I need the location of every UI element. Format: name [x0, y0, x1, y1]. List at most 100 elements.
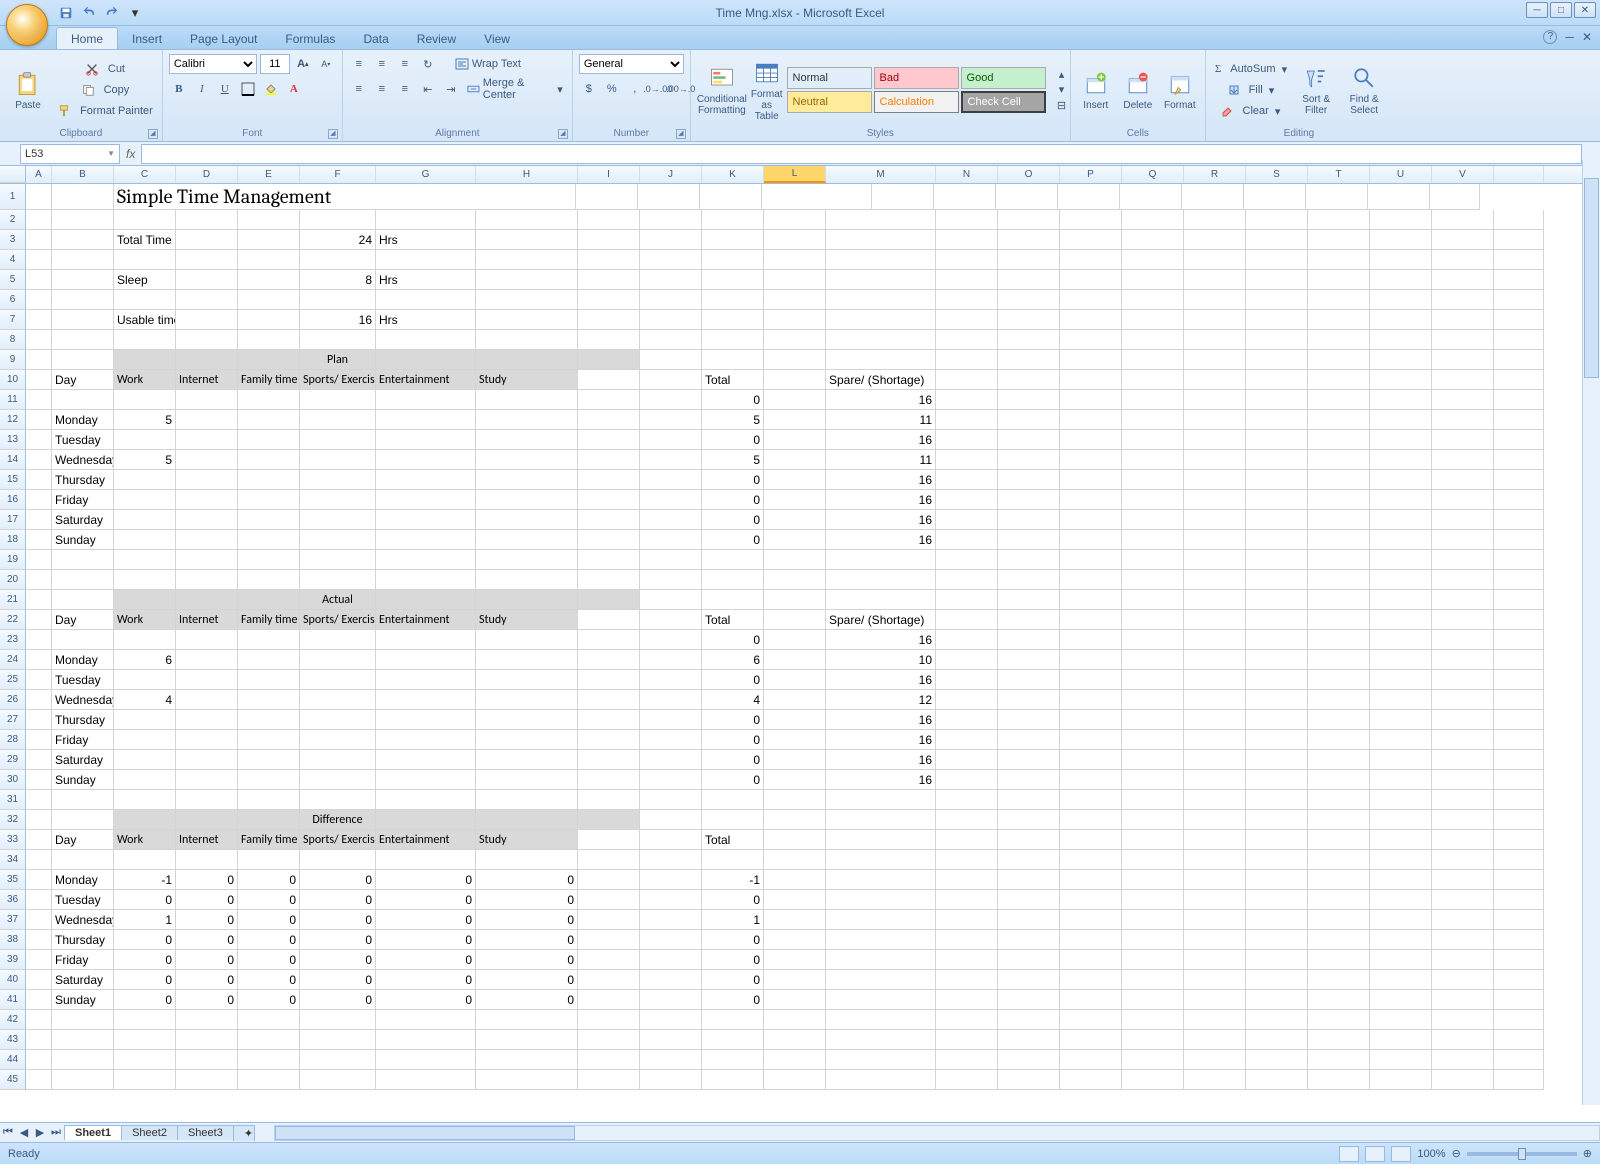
cell[interactable]	[114, 790, 176, 810]
cell[interactable]	[1432, 570, 1494, 590]
cell[interactable]	[114, 710, 176, 730]
cell[interactable]	[1060, 690, 1122, 710]
cell[interactable]	[764, 850, 826, 870]
cell[interactable]	[764, 310, 826, 330]
cell[interactable]: Monday	[52, 650, 114, 670]
row-header[interactable]: 15	[0, 470, 26, 490]
cell[interactable]	[176, 730, 238, 750]
styles-more-icon[interactable]: ⊟	[1052, 98, 1072, 113]
cell[interactable]	[238, 730, 300, 750]
cell[interactable]: 0	[476, 950, 578, 970]
cell[interactable]	[826, 910, 936, 930]
cell[interactable]	[476, 450, 578, 470]
cell[interactable]	[238, 570, 300, 590]
cell[interactable]	[238, 490, 300, 510]
tab-insert[interactable]: Insert	[118, 28, 176, 49]
cell[interactable]	[1246, 310, 1308, 330]
cell[interactable]	[238, 1070, 300, 1090]
cell[interactable]	[640, 1050, 702, 1070]
cell[interactable]	[1184, 290, 1246, 310]
cell[interactable]	[936, 1010, 998, 1030]
row-header[interactable]: 29	[0, 750, 26, 770]
row-header[interactable]: 22	[0, 610, 26, 630]
row-header[interactable]: 1	[0, 184, 26, 210]
cell[interactable]	[936, 310, 998, 330]
select-all-corner[interactable]	[0, 166, 26, 183]
cell[interactable]	[1184, 210, 1246, 230]
cell[interactable]	[114, 390, 176, 410]
cell[interactable]	[26, 290, 52, 310]
cell[interactable]: 0	[376, 870, 476, 890]
row-header[interactable]: 44	[0, 1050, 26, 1070]
cell[interactable]	[1370, 790, 1432, 810]
grow-font-button[interactable]: A▴	[293, 54, 313, 74]
decrease-decimal-button[interactable]: .00→.0	[671, 79, 691, 99]
tab-review[interactable]: Review	[403, 28, 470, 49]
cell[interactable]	[1060, 790, 1122, 810]
cell[interactable]: Wednesday	[52, 690, 114, 710]
cell[interactable]	[1308, 650, 1370, 670]
cell[interactable]	[1432, 670, 1494, 690]
tab-formulas[interactable]: Formulas	[271, 28, 349, 49]
cell[interactable]: Study	[476, 370, 578, 390]
cell[interactable]	[764, 450, 826, 470]
cell[interactable]	[1060, 470, 1122, 490]
cell[interactable]	[640, 870, 702, 890]
cell[interactable]	[476, 430, 578, 450]
row-header[interactable]: 33	[0, 830, 26, 850]
cell[interactable]	[762, 184, 872, 210]
cell[interactable]	[1432, 910, 1494, 930]
cell[interactable]	[1122, 970, 1184, 990]
cell[interactable]: 4	[114, 690, 176, 710]
cell[interactable]	[1184, 330, 1246, 350]
cell[interactable]	[936, 290, 998, 310]
cell[interactable]	[238, 670, 300, 690]
cell[interactable]	[996, 184, 1058, 210]
cell[interactable]	[702, 810, 764, 830]
cell[interactable]	[640, 710, 702, 730]
cell[interactable]: 0	[300, 870, 376, 890]
cell[interactable]	[238, 230, 300, 250]
cell[interactable]	[376, 630, 476, 650]
cell[interactable]	[52, 250, 114, 270]
cell[interactable]	[998, 770, 1060, 790]
cell[interactable]: Spare/ (Shortage)	[826, 610, 936, 630]
cell[interactable]: Tuesday	[52, 430, 114, 450]
cell[interactable]	[998, 930, 1060, 950]
cell[interactable]: Family time	[238, 830, 300, 850]
cell[interactable]	[376, 590, 476, 610]
cell[interactable]	[1184, 530, 1246, 550]
cell[interactable]	[300, 1050, 376, 1070]
cell[interactable]	[998, 550, 1060, 570]
cell[interactable]	[702, 330, 764, 350]
cell[interactable]	[640, 990, 702, 1010]
cell[interactable]: 0	[702, 750, 764, 770]
cell[interactable]	[1184, 430, 1246, 450]
cell[interactable]	[578, 270, 640, 290]
cell[interactable]	[1308, 570, 1370, 590]
cell[interactable]	[1246, 470, 1308, 490]
autosum-button[interactable]: Σ AutoSum ▾	[1212, 59, 1290, 79]
col-header[interactable]: P	[1060, 166, 1122, 183]
minimize-button[interactable]: ─	[1526, 2, 1548, 18]
cell[interactable]: Monday	[52, 410, 114, 430]
cell[interactable]	[1370, 330, 1432, 350]
cell[interactable]	[1060, 890, 1122, 910]
col-header[interactable]: E	[238, 166, 300, 183]
paste-button[interactable]: Paste	[6, 57, 50, 123]
cell[interactable]	[1184, 1050, 1246, 1070]
cell[interactable]	[640, 250, 702, 270]
font-color-button[interactable]: A	[284, 79, 304, 99]
cell[interactable]	[578, 970, 640, 990]
cell[interactable]	[1184, 690, 1246, 710]
cell[interactable]	[1308, 410, 1370, 430]
cell[interactable]	[1494, 1070, 1544, 1090]
col-header[interactable]: S	[1246, 166, 1308, 183]
cell[interactable]	[1308, 970, 1370, 990]
cell[interactable]	[376, 450, 476, 470]
sheet-nav-prev-icon[interactable]: ◀	[16, 1125, 32, 1141]
cell[interactable]	[1308, 510, 1370, 530]
increase-decimal-button[interactable]: .0→.00	[648, 79, 668, 99]
cell[interactable]: 1	[702, 910, 764, 930]
cell[interactable]	[476, 1030, 578, 1050]
